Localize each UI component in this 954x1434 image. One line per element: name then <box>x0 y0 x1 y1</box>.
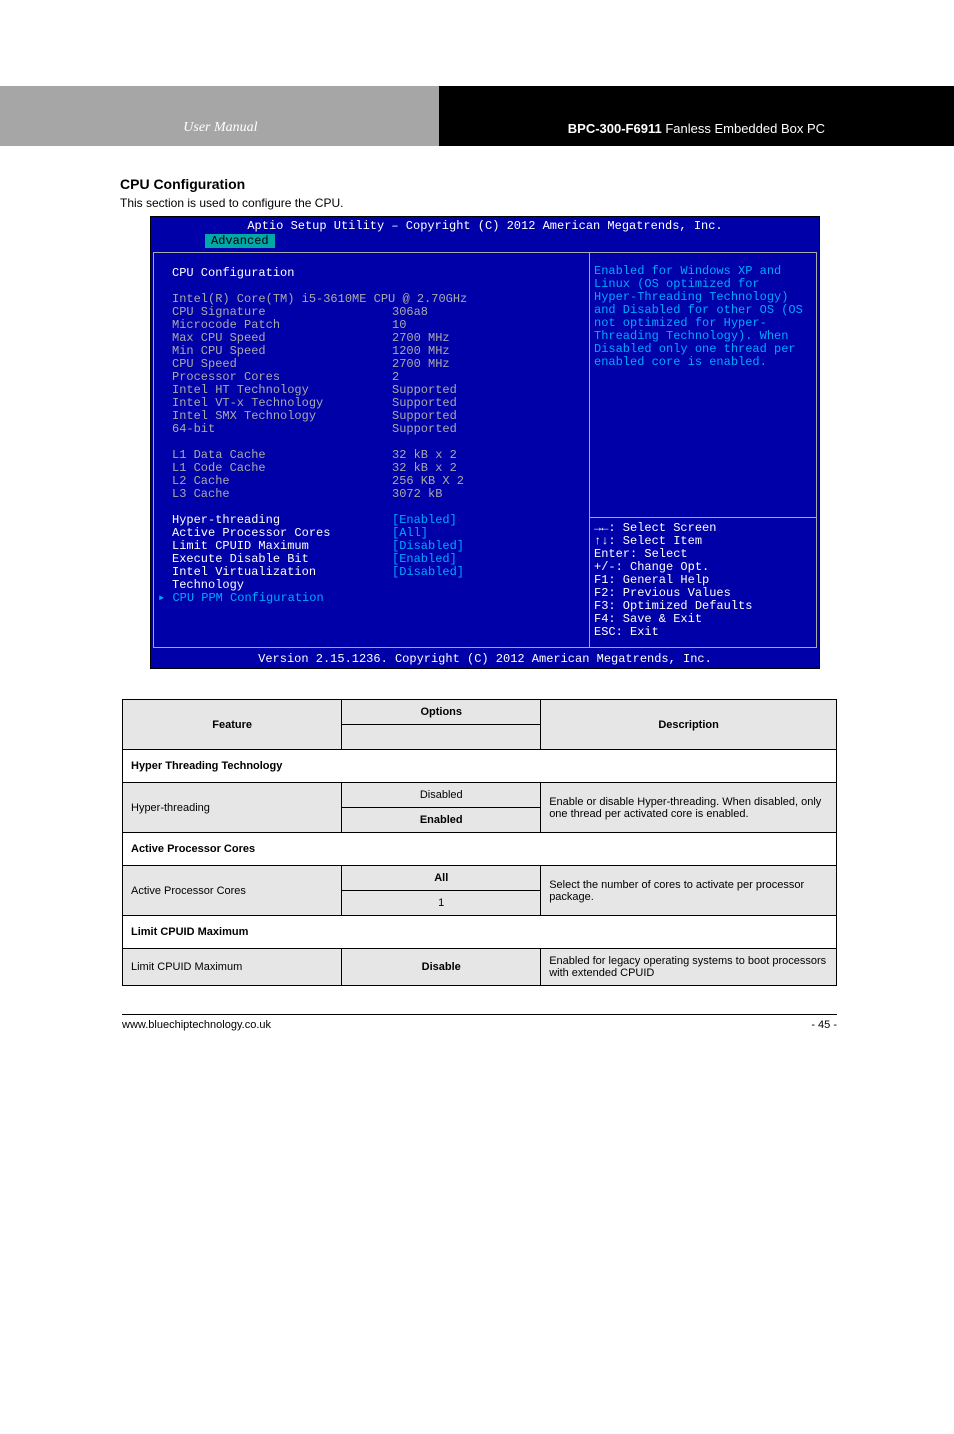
th-options: Options <box>342 700 541 725</box>
footer-url: www.bluechiptechnology.co.uk <box>122 1019 271 1031</box>
bios-tab-row: Advanced <box>151 233 819 250</box>
bios-title-bar: Aptio Setup Utility – Copyright (C) 2012… <box>151 217 819 233</box>
cell-option: All <box>342 866 541 891</box>
table-section-row: Limit CPUID Maximum <box>123 916 837 949</box>
cell-option: Disabled <box>342 783 541 808</box>
header-right: BPC-300-F6911 Fanless Embedded Box PC <box>439 86 954 146</box>
settings-table: Feature Options Description Hyper Thread… <box>122 699 837 986</box>
bios-info-row: Intel SMX TechnologySupported <box>172 410 581 423</box>
bios-heading: CPU Configuration <box>172 267 581 280</box>
bios-cache-row: L1 Code Cache32 kB x 2 <box>172 462 581 475</box>
header-product-sub: Fanless Embedded Box PC <box>662 121 825 136</box>
bios-screenshot: Aptio Setup Utility – Copyright (C) 2012… <box>150 216 820 669</box>
cell-option: 1 <box>342 891 541 916</box>
cell-feature: Limit CPUID Maximum <box>123 949 342 986</box>
bios-submenu-cpu-ppm[interactable]: ▸ CPU PPM Configuration <box>158 592 581 605</box>
bios-info-row: 64-bitSupported <box>172 423 581 436</box>
cell-description: Enable or disable Hyper-threading. When … <box>541 783 837 833</box>
cell-feature: Hyper-threading <box>123 783 342 833</box>
cell-option: Disable <box>342 949 541 986</box>
bios-option-row[interactable]: Intel Virtualization Technology[Disabled… <box>172 566 581 592</box>
bios-key-hint: ESC: Exit <box>594 626 810 639</box>
page-footer: www.bluechiptechnology.co.uk - 45 - <box>122 1014 837 1031</box>
doc-header: User Manual BPC-300-F6911 Fanless Embedd… <box>0 86 954 146</box>
table-row: Active Processor CoresAllSelect the numb… <box>123 866 837 891</box>
cell-description: Select the number of cores to activate p… <box>541 866 837 916</box>
bios-footer: Version 2.15.1236. Copyright (C) 2012 Am… <box>151 650 819 668</box>
bios-main-panel: CPU Configuration Intel(R) Core(TM) i5-3… <box>153 252 589 648</box>
cell-option: Enabled <box>342 808 541 833</box>
th-description: Description <box>541 700 837 750</box>
section-subtitle: This section is used to configure the CP… <box>120 196 954 210</box>
cell-feature: Active Processor Cores <box>123 866 342 916</box>
bios-side-panel: Enabled for Windows XP and Linux (OS opt… <box>589 252 817 648</box>
table-section-row: Hyper Threading Technology <box>123 750 837 783</box>
cell-description: Enabled for legacy operating systems to … <box>541 949 837 986</box>
bios-tab-advanced[interactable]: Advanced <box>205 234 275 248</box>
bios-cache-row: L2 Cache256 KB X 2 <box>172 475 581 488</box>
table-row: Hyper-threadingDisabledEnable or disable… <box>123 783 837 808</box>
header-product: BPC-300-F6911 <box>568 121 662 136</box>
section-title: CPU Configuration <box>120 176 954 192</box>
footer-page-number: - 45 - <box>811 1019 837 1031</box>
bios-key-legend: →←: Select Screen↑↓: Select ItemEnter: S… <box>590 517 816 647</box>
bios-help-text: Enabled for Windows XP and Linux (OS opt… <box>590 253 816 517</box>
header-left: User Manual <box>0 86 439 146</box>
table-row: Limit CPUID MaximumDisableEnabled for le… <box>123 949 837 986</box>
table-header-row: Feature Options Description <box>123 700 837 725</box>
table-section-row: Active Processor Cores <box>123 833 837 866</box>
bios-cache-row: L3 Cache3072 kB <box>172 488 581 501</box>
th-feature: Feature <box>123 700 342 750</box>
th-options-sub <box>342 725 541 750</box>
